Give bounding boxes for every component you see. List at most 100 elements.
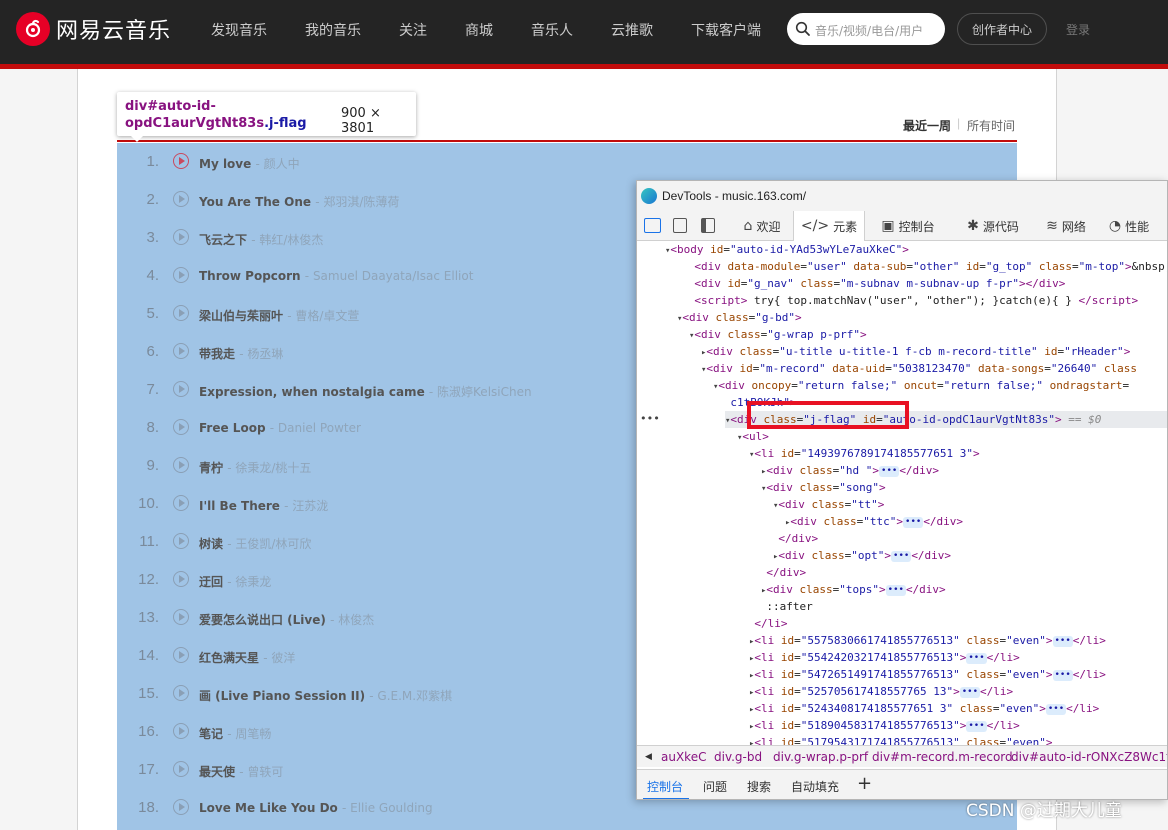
song-name[interactable]: 笔记 (199, 727, 223, 741)
song-artist[interactable]: - 汪苏泷 (284, 499, 328, 513)
play-icon[interactable] (173, 153, 189, 169)
device-emulation-icon[interactable] (673, 218, 687, 233)
more-options-icon[interactable]: ••• (640, 412, 660, 425)
song-artist[interactable]: - Samuel Daayata/Isac Elliot (305, 269, 474, 283)
song-row[interactable]: 1. My love - 颜人中 (117, 143, 1017, 181)
song-title[interactable]: 笔记 - 周笔畅 (199, 725, 271, 742)
dom-node[interactable]: ▾<div class="g-wrap p-prf"> (689, 326, 1167, 343)
song-artist[interactable]: - 曾轶可 (239, 765, 283, 779)
song-title[interactable]: You Are The One - 郑羽淇/陈薄荷 (199, 193, 399, 210)
song-title[interactable]: 迂回 - 徐秉龙 (199, 573, 271, 590)
dom-node[interactable]: ▾<li id="1493976789174185577651 3"> (749, 445, 1167, 462)
breadcrumb-item[interactable]: div#auto-id-rONXcZ8Wc1tB9Kh (1011, 750, 1167, 764)
nav-cloud-recommend[interactable]: 云推歌 (611, 20, 653, 40)
dom-node[interactable]: ▸<li id="5575830661741855776513" class="… (749, 632, 1167, 649)
song-title[interactable]: Love Me Like You Do - Ellie Goulding (199, 801, 433, 815)
song-name[interactable]: Free Loop (199, 421, 266, 435)
tab-all-time[interactable]: 所有时间 (967, 117, 1015, 134)
play-icon[interactable] (173, 761, 189, 777)
dom-node[interactable]: ▸<div class="u-title u-title-1 f-cb m-re… (701, 343, 1167, 360)
tab-sources[interactable]: ✱ 源代码 (959, 211, 1027, 241)
play-icon[interactable] (173, 267, 189, 283)
song-artist[interactable]: - 彼洋 (263, 651, 295, 665)
play-icon[interactable] (173, 609, 189, 625)
login-link[interactable]: 登录 (1066, 21, 1090, 38)
song-name[interactable]: You Are The One (199, 195, 311, 209)
song-title[interactable]: 红色满天星 - 彼洋 (199, 649, 295, 666)
dom-node[interactable]: ▾<ul> (737, 428, 1167, 445)
song-artist[interactable]: - Daniel Powter (270, 421, 361, 435)
song-artist[interactable]: - 徐秉龙/桃十五 (227, 461, 311, 475)
dom-node[interactable]: ▾<div class="tt"> (773, 496, 1167, 513)
song-title[interactable]: 画 (Live Piano Session II) - G.E.M.邓紫棋 (199, 687, 452, 704)
dom-node[interactable]: </div> (761, 564, 1167, 581)
song-artist[interactable]: - 杨丞琳 (239, 347, 283, 361)
add-tab-icon[interactable]: + (857, 773, 872, 794)
nav-my-music[interactable]: 我的音乐 (305, 20, 361, 40)
breadcrumb-item[interactable]: div.g-wrap.p-prf (773, 750, 868, 764)
song-name[interactable]: 爱要怎么说出口 (Live) (199, 613, 326, 627)
play-icon[interactable] (173, 495, 189, 511)
breadcrumb-item[interactable]: div.g-bd (714, 750, 762, 764)
dom-node[interactable]: ▸<div class="opt"> ••• </div> (773, 547, 1167, 564)
dom-node[interactable]: ▸<div class="tops"> ••• </div> (761, 581, 1167, 598)
nav-musician[interactable]: 音乐人 (531, 20, 573, 40)
dom-node[interactable]: ▸<div class="ttc"> ••• </div> (785, 513, 1167, 530)
logo[interactable]: 网易云音乐 (16, 12, 171, 46)
song-name[interactable]: 梁山伯与茱丽叶 (199, 309, 283, 323)
dom-node[interactable]: ▸<li id="525705617418557765 13"> ••• </li> (749, 683, 1167, 700)
nav-discover[interactable]: 发现音乐 (211, 20, 267, 40)
song-name[interactable]: 红色满天星 (199, 651, 259, 665)
tab-recent-week[interactable]: 最近一周 (903, 117, 951, 134)
play-icon[interactable] (173, 419, 189, 435)
dom-node[interactable]: <script> try{ top.matchNav("user", "othe… (689, 292, 1167, 309)
play-icon[interactable] (173, 533, 189, 549)
dom-node[interactable]: ▸<li id="5179543171741855776513" class="… (749, 734, 1167, 745)
dom-node[interactable]: <div data-module="user" data-sub="other"… (689, 258, 1167, 275)
song-artist[interactable]: - 陈淑婷KelsiChen (429, 385, 532, 399)
dom-node[interactable]: </li> (749, 615, 1167, 632)
tab-network[interactable]: ≋ 网络 (1039, 211, 1093, 241)
song-title[interactable]: Free Loop - Daniel Powter (199, 421, 361, 435)
song-artist[interactable]: - 林俊杰 (330, 613, 374, 627)
play-icon[interactable] (173, 723, 189, 739)
song-title[interactable]: 爱要怎么说出口 (Live) - 林俊杰 (199, 611, 374, 628)
tab-performance[interactable]: ◔ 性能 (1101, 211, 1157, 241)
play-icon[interactable] (173, 343, 189, 359)
tab-console[interactable]: ▣ 控制台 (875, 211, 941, 241)
song-artist[interactable]: - 郑羽淇/陈薄荷 (315, 195, 399, 209)
song-title[interactable]: 最天使 - 曾轶可 (199, 763, 283, 780)
song-name[interactable]: 画 (Live Piano Session II) (199, 689, 365, 703)
breadcrumb-scroll-left-icon[interactable]: ◀ (645, 752, 652, 762)
dom-node[interactable]: ▾<div class="song"> (761, 479, 1167, 496)
song-title[interactable]: 梁山伯与茱丽叶 - 曹格/卓文萱 (199, 307, 359, 324)
dom-node[interactable]: ▸<li id="5542420321741855776513"> ••• </li… (749, 649, 1167, 666)
nav-download-client[interactable]: 下载客户端 (691, 20, 761, 40)
song-title[interactable]: 青柠 - 徐秉龙/桃十五 (199, 459, 311, 476)
dom-node[interactable]: </div> (773, 530, 1167, 547)
play-icon[interactable] (173, 229, 189, 245)
tab-elements[interactable]: </> 元素 (793, 211, 865, 241)
drawer-tab-issues[interactable]: 问题 (703, 778, 727, 795)
dom-node[interactable]: <div id="g_nav" class="m-subnav m-subnav… (689, 275, 1167, 292)
dom-node[interactable]: ▸<li id="5472651491741855776513" class="… (749, 666, 1167, 683)
drawer-tab-autofill[interactable]: 自动填充 (791, 778, 839, 795)
tab-welcome[interactable]: ⌂ 欢迎 (733, 211, 791, 241)
song-title[interactable]: Throw Popcorn - Samuel Daayata/Isac Elli… (199, 269, 473, 283)
play-icon[interactable] (173, 457, 189, 473)
breadcrumb-item[interactable]: div#m-record.m-record (872, 750, 1013, 764)
play-icon[interactable] (173, 647, 189, 663)
song-title[interactable]: 树读 - 王俊凯/林可欣 (199, 535, 311, 552)
inspect-element-icon[interactable] (644, 218, 661, 233)
dock-side-icon[interactable] (701, 218, 715, 233)
song-name[interactable]: 飞云之下 (199, 233, 247, 247)
song-artist[interactable]: - 徐秉龙 (227, 575, 271, 589)
play-icon[interactable] (173, 685, 189, 701)
devtools-titlebar[interactable]: DevTools - music.163.com/ (637, 181, 1167, 211)
song-name[interactable]: 最天使 (199, 765, 235, 779)
dom-node[interactable]: ▸<li id="5243408174185577651 3" class="e… (749, 700, 1167, 717)
song-artist[interactable]: - Ellie Goulding (342, 801, 433, 815)
dom-node[interactable]: ▾<div id="m-record" data-uid="5038123470… (701, 360, 1167, 377)
song-name[interactable]: I'll Be There (199, 499, 280, 513)
play-icon[interactable] (173, 305, 189, 321)
